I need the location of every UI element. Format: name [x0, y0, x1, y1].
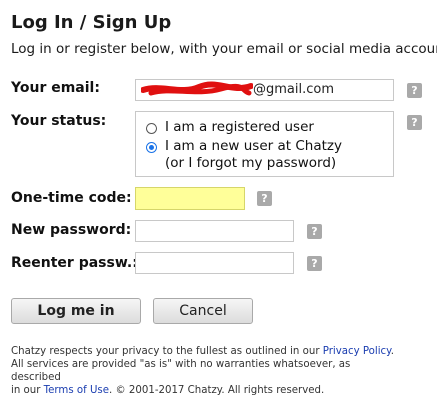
footer-line2: All services are provided "as is" with n…	[11, 359, 351, 383]
privacy-policy-link[interactable]: Privacy Policy	[323, 346, 391, 357]
status-option-line2: (or I forgot my password)	[165, 155, 337, 171]
footer-text: Chatzy respects your privacy to the full…	[11, 345, 401, 397]
status-option-line1: I am a new user at Chatzy	[165, 138, 342, 154]
terms-of-use-link[interactable]: Terms of Use	[44, 385, 109, 396]
footer-copyright: . © 2001-2017 Chatzy. All rights reserve…	[108, 385, 325, 396]
email-value: @gmail.com	[253, 82, 335, 97]
redacted-text	[141, 80, 253, 97]
footer-line1-end: .	[390, 346, 394, 357]
reenter-password-field[interactable]	[135, 252, 294, 274]
email-field[interactable]: @gmail.com	[135, 79, 394, 101]
reenter-help-icon[interactable]: ?	[307, 256, 322, 271]
status-option-new-user[interactable]: I am a new user at Chatzy (or I forgot m…	[146, 138, 342, 172]
status-option-registered[interactable]: I am a registered user	[146, 119, 314, 136]
one-time-code-field[interactable]	[135, 187, 245, 210]
log-me-in-button[interactable]: Log me in	[11, 298, 141, 324]
reenter-password-label: Reenter passw.:	[11, 255, 138, 271]
email-help-icon[interactable]: ?	[407, 83, 422, 98]
code-label: One-time code:	[11, 190, 132, 206]
status-help-icon[interactable]: ?	[407, 115, 422, 130]
page-title: Log In / Sign Up	[11, 12, 172, 33]
footer-line1: Chatzy respects your privacy to the full…	[11, 346, 323, 357]
status-label: Your status:	[11, 113, 107, 129]
status-option-label: I am a new user at Chatzy (or I forgot m…	[165, 138, 342, 172]
code-help-icon[interactable]: ?	[257, 191, 272, 206]
email-label: Your email:	[11, 80, 100, 96]
radio-new-user[interactable]	[146, 142, 157, 153]
status-option-label: I am a registered user	[165, 119, 314, 135]
new-password-help-icon[interactable]: ?	[307, 224, 322, 239]
page-subtitle: Log in or register below, with your emai…	[11, 41, 437, 57]
cancel-button[interactable]: Cancel	[153, 298, 253, 324]
status-group: I am a registered user I am a new user a…	[135, 111, 394, 177]
footer-line3: in our	[11, 385, 44, 396]
new-password-label: New password:	[11, 222, 132, 238]
radio-registered[interactable]	[146, 123, 157, 134]
new-password-field[interactable]	[135, 220, 294, 242]
